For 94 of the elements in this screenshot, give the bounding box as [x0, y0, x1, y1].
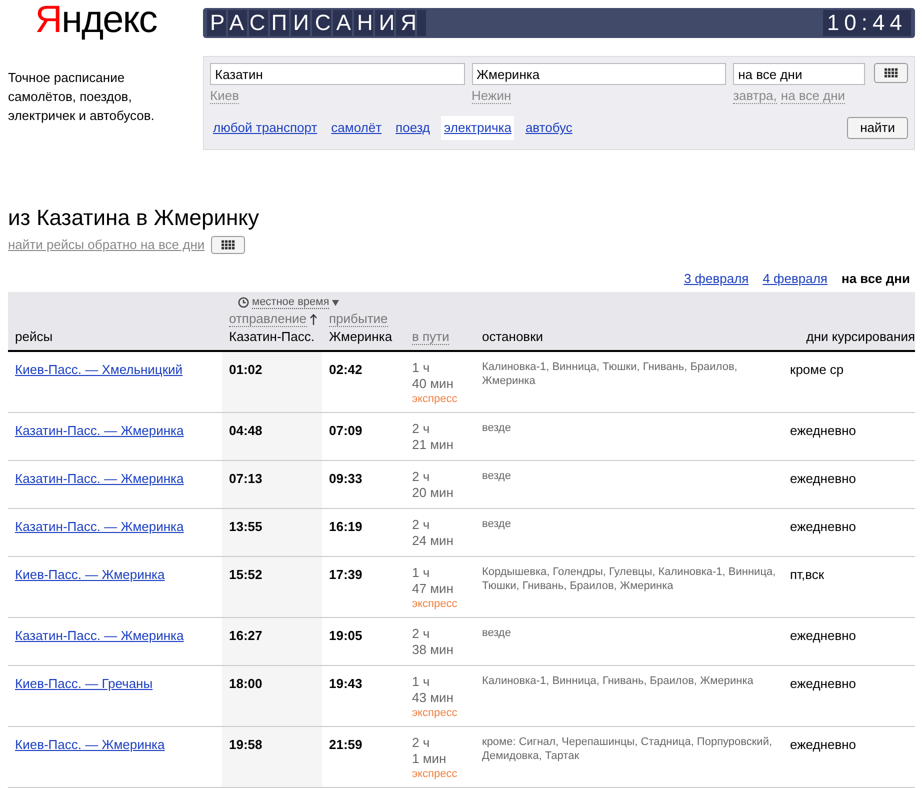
clock-icon	[238, 297, 249, 308]
column-header: Казатин-Пасс.	[229, 328, 316, 346]
board-title: РАСПИСАНИЯ	[207, 10, 426, 36]
departure-time: 07:13	[229, 471, 262, 486]
route-link[interactable]: Киев-Пасс. — Жмеринка	[15, 737, 165, 752]
duration-text: 47 мин	[412, 581, 454, 597]
departure-time: 13:55	[229, 519, 262, 534]
board-clock: 10:44	[822, 10, 911, 36]
arrival-time: 09:33	[329, 471, 362, 486]
column-header: дни курсирования	[806, 328, 915, 344]
stops-text: везде	[482, 469, 512, 483]
calendar-icon	[220, 240, 235, 250]
find-button[interactable]: найти	[847, 116, 908, 139]
transport-tab[interactable]: самолёт	[328, 116, 385, 140]
calendar-icon	[884, 68, 898, 78]
days-text: ежедневно	[790, 519, 856, 534]
sort-link[interactable]: в пути	[412, 328, 450, 344]
arrival-time: 07:09	[329, 423, 362, 438]
input-field[interactable]: Казатин	[210, 63, 465, 85]
departure-time: 01:02	[229, 362, 262, 377]
column-header: остановки	[482, 328, 544, 344]
duration-text: 2 ч	[412, 517, 431, 533]
transport-tab[interactable]: поезд	[392, 116, 434, 140]
duration-text: 1 мин	[412, 751, 448, 767]
route-link[interactable]: Киев-Пасс. — Жмеринка	[15, 567, 165, 582]
duration-text: 40 мин	[412, 376, 454, 392]
duration-text: 1 ч	[412, 674, 431, 690]
return-link[interactable]: найти рейсы обратно на все дни	[8, 235, 205, 254]
express-label: экспресс	[412, 767, 458, 781]
column-header: Жмеринка	[329, 328, 394, 346]
departure-time: 16:27	[229, 628, 262, 643]
sort-link[interactable]: отправление	[229, 312, 306, 326]
page-heading: из Казатина в Жмеринку	[7, 205, 260, 231]
days-text: пт,вск	[790, 567, 824, 582]
duration-text: 24 мин	[412, 533, 454, 549]
duration-text: 2 ч	[412, 421, 431, 437]
arrival-time: 02:42	[329, 362, 362, 377]
arrival-time: 21:59	[329, 737, 362, 752]
date-link[interactable]: на все дни	[841, 268, 910, 288]
days-text: ежедневно	[790, 676, 856, 691]
route-link[interactable]: Казатин-Пасс. — Жмеринка	[15, 471, 184, 486]
date-link[interactable]: 4 февраля	[762, 268, 828, 288]
yandex-logo: Яндекс	[34, 0, 158, 40]
route-link[interactable]: Киев-Пасс. — Гречаны	[15, 676, 153, 691]
departure-time: 15:52	[229, 567, 262, 582]
route-link[interactable]: Киев-Пасс. — Хмельницкий	[15, 362, 183, 377]
stops-text: везде	[482, 421, 512, 435]
route-link[interactable]: Казатин-Пасс. — Жмеринка	[15, 519, 184, 534]
stops-text: везде	[482, 517, 512, 531]
duration-text: 2 ч	[412, 469, 431, 485]
duration-text: 21 мин	[412, 437, 454, 453]
stops-text: кроме: Сигнал, Черепашинцы, Стадница, Порпуровский, Демидовка, Тартак	[482, 735, 774, 763]
duration-text: 38 мин	[412, 642, 454, 658]
departure-time: 04:48	[229, 423, 262, 438]
arrival-time: 16:19	[329, 519, 362, 534]
days-text: ежедневно	[790, 423, 856, 438]
time-zone-link[interactable]: местное время	[252, 296, 330, 309]
duration-text: 20 мин	[412, 485, 454, 501]
stops-text: Кордышевка, Голендры, Гулевцы, Калиновка-1, Винница, Тюшки, Гнивань, Браилов, Жмеринка	[482, 565, 777, 593]
input-field[interactable]: на все дни	[733, 63, 866, 85]
stops-text: Калиновка-1, Винница, Гнивань, Браилов, Жмеринка	[482, 674, 754, 688]
arrival-time: 19:05	[329, 628, 362, 643]
calendar-button[interactable]	[210, 236, 245, 254]
route-link[interactable]: Казатин-Пасс. — Жмеринка	[15, 423, 184, 438]
express-label: экспресс	[412, 706, 458, 720]
transport-tab[interactable]: любой транспорт	[210, 116, 320, 140]
dropdown-triangle-icon	[332, 300, 340, 306]
arrival-time: 17:39	[329, 567, 362, 582]
days-text: ежедневно	[790, 737, 856, 752]
duration-text: 43 мин	[412, 690, 454, 706]
duration-text: 1 ч	[412, 360, 431, 376]
tagline: Точное расписание самолётов, поездов, электричек и автобусов.	[7, 69, 156, 125]
sort-link[interactable]: прибытие	[329, 312, 388, 326]
column-header: рейсы	[15, 328, 53, 344]
duration-text: 2 ч	[412, 626, 431, 642]
days-text: ежедневно	[790, 471, 856, 486]
days-text: кроме ср	[790, 362, 844, 377]
express-label: экспресс	[412, 392, 458, 406]
departure-time: 19:58	[229, 737, 262, 752]
duration-text: 2 ч	[412, 735, 431, 751]
calendar-button[interactable]	[874, 63, 908, 83]
route-link[interactable]: Казатин-Пасс. — Жмеринка	[15, 628, 184, 643]
sort-arrow-icon	[310, 314, 316, 324]
date-link[interactable]: 3 февраля	[684, 268, 749, 288]
express-label: экспресс	[412, 597, 458, 611]
transport-tab[interactable]: электричка	[441, 116, 514, 140]
stops-text: везде	[482, 626, 512, 640]
input-field[interactable]: Жмеринка	[472, 63, 726, 85]
stops-text: Калиновка-1, Винница, Тюшки, Гнивань, Браилов, Жмеринка	[482, 360, 738, 388]
departure-time: 18:00	[229, 676, 262, 691]
arrival-time: 19:43	[329, 676, 362, 691]
transport-tab[interactable]: автобус	[522, 116, 576, 140]
days-text: ежедневно	[790, 628, 856, 643]
duration-text: 1 ч	[412, 565, 431, 581]
